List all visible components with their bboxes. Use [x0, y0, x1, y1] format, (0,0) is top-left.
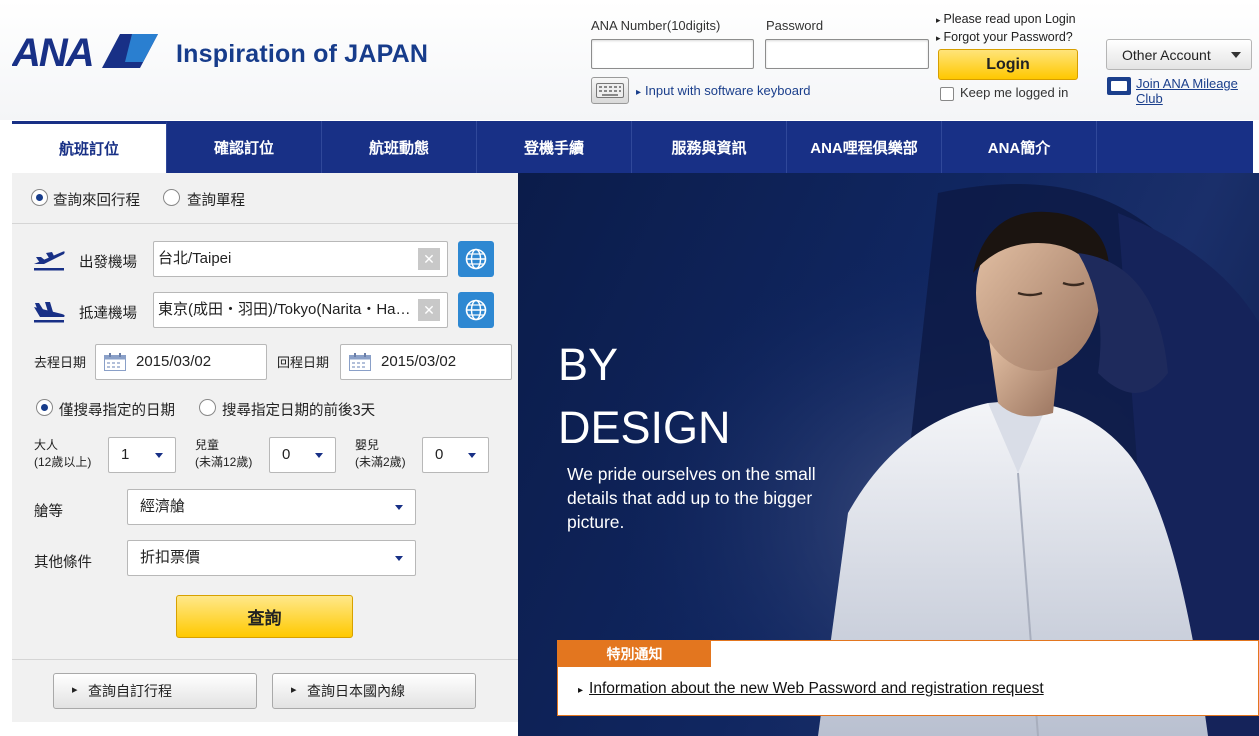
login-button[interactable]: Login	[938, 49, 1078, 80]
arrival-clear-icon[interactable]: ✕	[418, 299, 440, 321]
flight-search-panel: 查詢來回行程 查詢單程 出發機場 台北/Taipei ✕ 抵達機場 東京(成田・…	[12, 173, 518, 722]
chevron-down-icon	[1231, 52, 1241, 58]
departure-airport-input[interactable]: 台北/Taipei	[153, 241, 448, 277]
adult-count-select[interactable]: 1	[108, 437, 176, 473]
departure-plane-icon	[34, 251, 65, 271]
return-date-label: 回程日期	[277, 355, 330, 370]
hero-title-line1: BY	[558, 339, 619, 390]
cabin-class-label: 艙等	[34, 504, 63, 520]
child-count-value: 0	[282, 446, 291, 463]
divider	[12, 223, 518, 224]
other-conditions-value: 折扣票價	[140, 549, 201, 566]
search-button[interactable]: 查詢	[176, 595, 353, 638]
other-conditions-label: 其他條件	[34, 555, 92, 571]
dropdown-arrow-icon	[468, 453, 476, 458]
dropdown-arrow-icon	[395, 556, 403, 561]
flexible-date-radio[interactable]	[199, 399, 216, 416]
arrival-globe-button[interactable]	[458, 292, 494, 328]
main-nav: 航班訂位 確認訂位 航班動態 登機手續 服務與資訊 ANA哩程俱樂部 ANA簡介	[12, 121, 1253, 173]
password-input[interactable]	[765, 39, 929, 69]
hero-title: BY DESIGN	[558, 333, 731, 459]
calendar-icon	[104, 353, 126, 371]
notice-tab: 特別通知	[558, 641, 711, 667]
other-conditions-select[interactable]: 折扣票價	[127, 540, 416, 576]
calendar-icon	[349, 353, 371, 371]
hero-title-line2: DESIGN	[558, 402, 731, 453]
forgot-password-link[interactable]: Forgot your Password?	[936, 30, 1073, 44]
infant-label: 嬰兒	[355, 438, 380, 452]
divider	[12, 659, 518, 660]
software-keyboard-button[interactable]	[591, 77, 629, 104]
nav-tab-booking[interactable]: 航班訂位	[12, 121, 167, 173]
keyboard-icon	[596, 83, 624, 98]
dropdown-arrow-icon	[155, 453, 163, 458]
nav-tab-flight-status[interactable]: 航班動態	[322, 121, 477, 173]
other-account-button[interactable]: Other Account	[1106, 39, 1252, 70]
ana-number-label: ANA Number(10digits)	[591, 18, 721, 33]
custom-itinerary-button[interactable]: 查詢自訂行程	[53, 673, 257, 709]
japan-domestic-button[interactable]: 查詢日本國內線	[272, 673, 476, 709]
arrival-label: 抵達機場	[79, 306, 137, 322]
cabin-class-select[interactable]: 經濟艙	[127, 489, 416, 525]
exact-date-label: 僅搜尋指定的日期	[59, 403, 175, 419]
departure-label: 出發機場	[79, 255, 137, 271]
adult-count-value: 1	[121, 446, 130, 463]
one-way-label: 查詢單程	[187, 193, 245, 209]
keep-logged-in-label: Keep me logged in	[960, 85, 1069, 100]
nav-tab-check-in[interactable]: 登機手續	[477, 121, 632, 173]
round-trip-radio[interactable]	[31, 189, 48, 206]
ana-number-input[interactable]	[591, 39, 754, 69]
nav-tab-manage-booking[interactable]: 確認訂位	[167, 121, 322, 173]
dropdown-arrow-icon	[395, 505, 403, 510]
infant-note: (未滿2歲)	[355, 455, 406, 469]
other-account-label: Other Account	[1122, 46, 1211, 63]
join-mileage-club-link[interactable]: Join ANA Mileage Club	[1136, 76, 1251, 106]
infant-count-select[interactable]: 0	[422, 437, 489, 473]
child-label: 兒童	[195, 438, 220, 452]
nav-tab-services[interactable]: 服務與資訊	[632, 121, 787, 173]
password-label: Password	[766, 18, 824, 33]
outbound-date-label: 去程日期	[34, 355, 87, 370]
nav-tab-about-ana[interactable]: ANA簡介	[942, 121, 1097, 173]
outbound-date-input[interactable]: 2015/03/02	[95, 344, 267, 380]
globe-icon	[465, 299, 487, 321]
keep-logged-in-checkbox[interactable]	[940, 87, 954, 101]
exact-date-radio[interactable]	[36, 399, 53, 416]
mileage-card-icon	[1107, 77, 1131, 95]
ana-logo[interactable]: ANA	[12, 30, 162, 72]
child-count-select[interactable]: 0	[269, 437, 336, 473]
departure-clear-icon[interactable]: ✕	[418, 248, 440, 270]
globe-icon	[465, 248, 487, 270]
outbound-date-value: 2015/03/02	[136, 353, 212, 370]
read-upon-login-link[interactable]: Please read upon Login	[936, 12, 1076, 26]
software-keyboard-link[interactable]: Input with software keyboard	[636, 83, 810, 98]
one-way-radio[interactable]	[163, 189, 180, 206]
tagline: Inspiration of JAPAN	[176, 40, 429, 68]
return-date-value: 2015/03/02	[381, 353, 457, 370]
arrival-plane-icon	[34, 302, 65, 323]
arrival-airport-input[interactable]: 東京(成田・羽田)/Tokyo(Narita・Haneda)	[153, 292, 448, 328]
departure-globe-button[interactable]	[458, 241, 494, 277]
header: ANA Inspiration of JAPAN ANA Number(10di…	[0, 0, 1259, 120]
logo-text: ANA	[12, 31, 93, 72]
child-note: (未滿12歲)	[195, 455, 253, 469]
special-notice-box: 特別通知 Information about the new Web Passw…	[557, 640, 1259, 716]
return-date-input[interactable]: 2015/03/02	[340, 344, 512, 380]
nav-tab-mileage-club[interactable]: ANA哩程俱樂部	[787, 121, 942, 173]
adult-label: 大人	[34, 438, 59, 452]
adult-note: (12歲以上)	[34, 455, 92, 469]
dropdown-arrow-icon	[315, 453, 323, 458]
web-password-notice-link[interactable]: Information about the new Web Password a…	[578, 680, 1044, 698]
hero-subtitle: We pride ourselves on the small details …	[567, 464, 816, 532]
infant-count-value: 0	[435, 446, 444, 463]
flexible-date-label: 搜尋指定日期的前後3天	[222, 403, 376, 419]
round-trip-label: 查詢來回行程	[53, 193, 140, 209]
cabin-class-value: 經濟艙	[140, 498, 186, 515]
